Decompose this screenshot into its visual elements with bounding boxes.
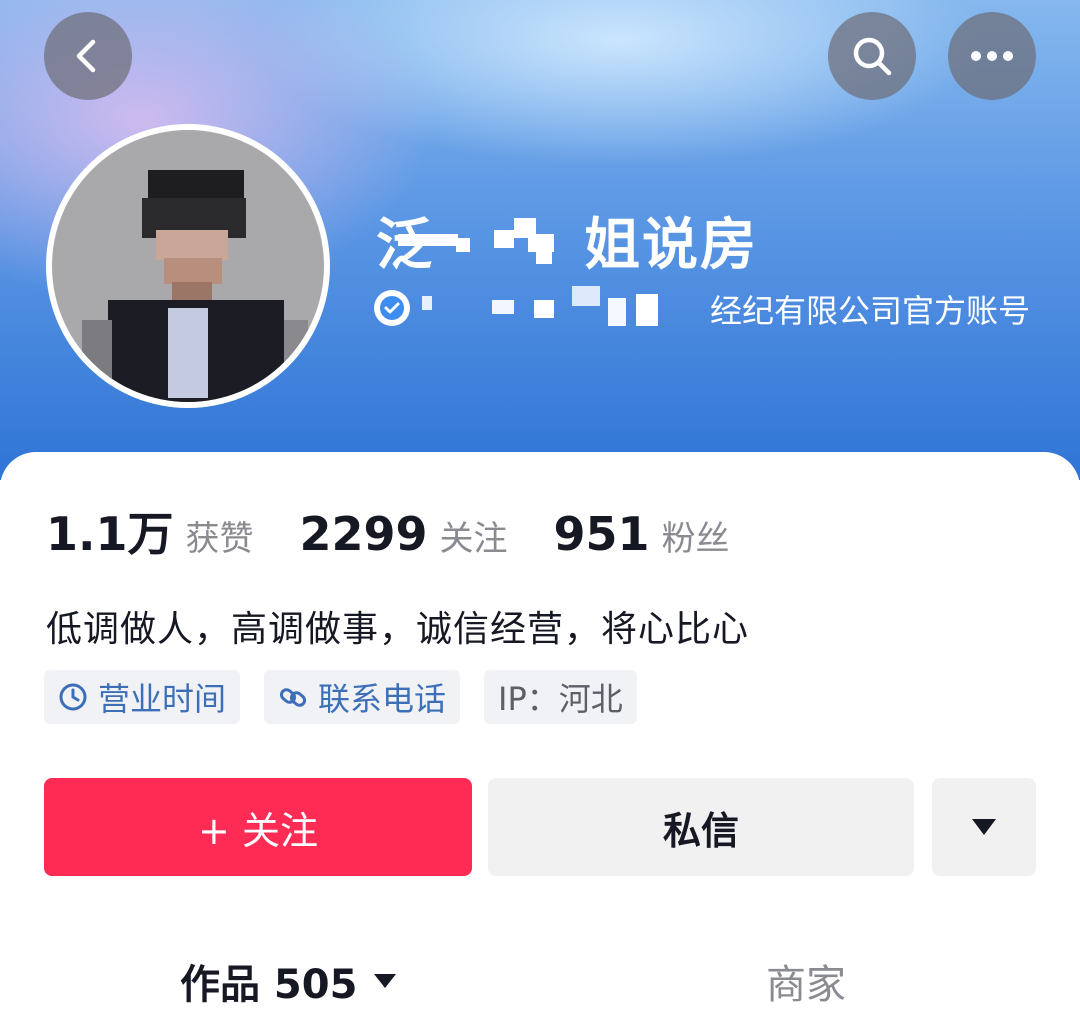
tab-shop-label: 商家 — [766, 962, 846, 1008]
verification-text: 经纪有限公司官方账号 — [709, 292, 1030, 330]
company-redaction-mosaic — [422, 286, 658, 326]
more-actions-button[interactable] — [932, 778, 1036, 876]
followers-label[interactable]: 粉丝 — [662, 511, 730, 560]
profile-stats: 1.1万 获赞 2299 关注 951 粉丝 — [46, 498, 776, 564]
chevron-left-icon — [76, 39, 96, 73]
follow-button-label: + 关注 — [198, 808, 318, 853]
name-redaction-mosaic — [398, 218, 554, 264]
profile-name-visible: 姐说房 — [584, 213, 758, 278]
business-hours-label: 营业时间 — [98, 680, 227, 718]
follow-button[interactable]: + 关注 — [44, 778, 472, 876]
ip-location-label: IP：河北 — [498, 680, 623, 718]
back-button[interactable] — [44, 12, 132, 100]
caret-down-icon — [972, 819, 996, 835]
message-button[interactable]: 私信 — [488, 778, 914, 876]
profile-bio: 低调做人，高调做事，诚信经营，将心比心 — [46, 609, 750, 650]
caret-down-icon — [374, 974, 397, 988]
search-icon — [853, 37, 892, 76]
verified-check-icon — [374, 290, 410, 326]
following-count[interactable]: 2299 — [300, 507, 428, 561]
likes-count: 1.1万 — [46, 507, 174, 561]
link-icon — [279, 688, 307, 707]
tab-works-label: 作品 505 — [180, 962, 358, 1008]
search-button[interactable] — [828, 12, 916, 100]
avatar-image — [52, 130, 324, 402]
contact-phone-tag[interactable]: 联系电话 — [264, 670, 461, 724]
more-options-button[interactable] — [948, 12, 1036, 100]
tab-shop[interactable]: 商家 — [766, 952, 846, 1010]
followers-count[interactable]: 951 — [554, 507, 650, 561]
contact-phone-label: 联系电话 — [318, 680, 447, 718]
message-button-label: 私信 — [662, 808, 739, 853]
avatar[interactable] — [46, 124, 330, 408]
tab-works[interactable]: 作品 505 — [180, 952, 397, 1010]
following-label[interactable]: 关注 — [440, 511, 508, 560]
clock-icon — [59, 683, 87, 711]
ip-location-tag: IP：河北 — [484, 670, 637, 724]
more-horizontal-icon — [971, 51, 1013, 61]
verification-row: 经纪有限公司官方账号 — [374, 282, 1054, 332]
likes-label: 获赞 — [185, 519, 254, 559]
business-hours-tag[interactable]: 营业时间 — [44, 670, 241, 724]
